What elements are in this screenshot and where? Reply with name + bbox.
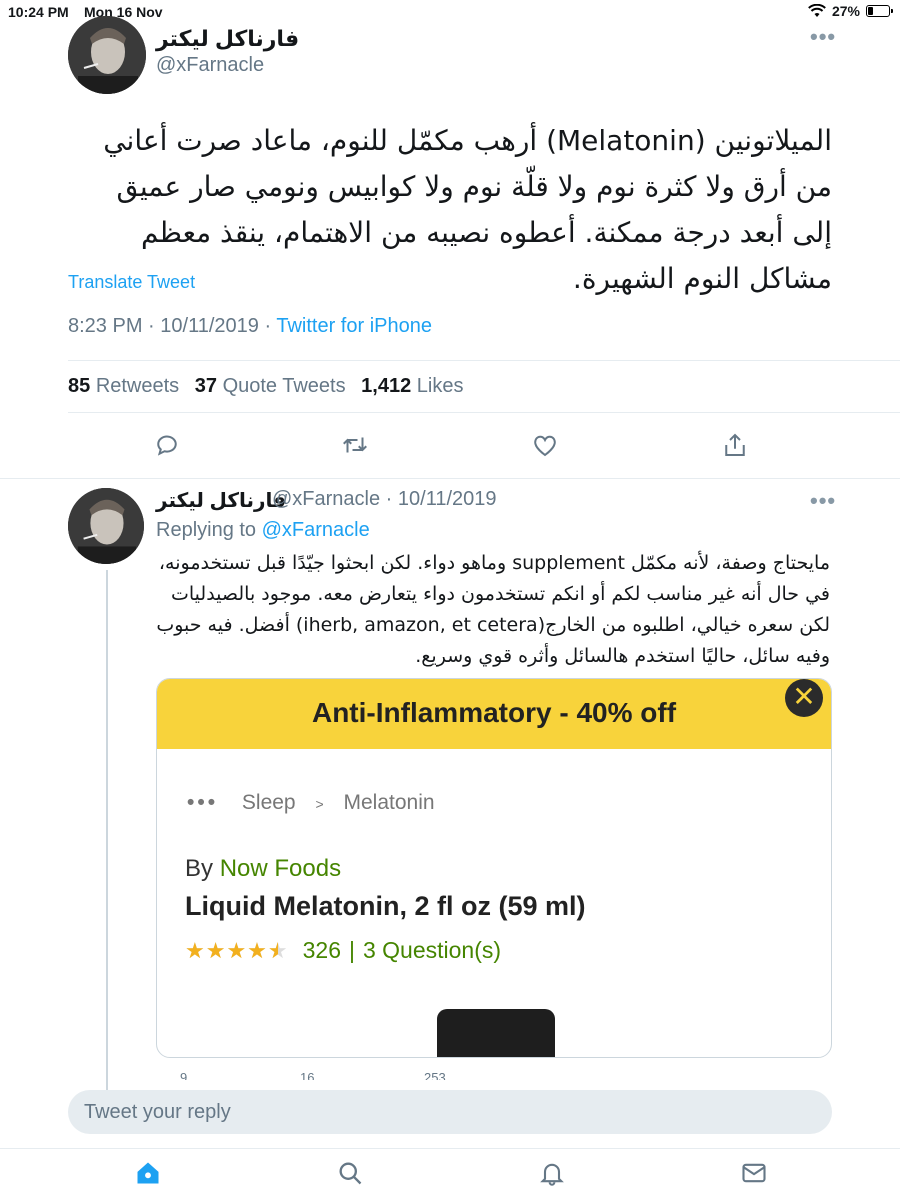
- reply-text: مايحتاج وصفة، لأنه مكمّل supplement وماه…: [156, 552, 830, 667]
- status-right: 27%: [808, 3, 893, 19]
- divider: [68, 412, 900, 413]
- replying-handle-link[interactable]: @xFarnacle: [262, 519, 370, 541]
- translate-tweet-link[interactable]: Translate Tweet: [68, 272, 195, 293]
- meta-separator: ·: [148, 315, 155, 337]
- reply-avatar[interactable]: [68, 488, 144, 564]
- reply-retweet-count[interactable]: 16: [300, 1070, 314, 1080]
- product-rating: ★★★★★ ★★★★★ 326 | 3 Question(s): [185, 937, 501, 964]
- home-icon[interactable]: [134, 1159, 162, 1187]
- product-title: Liquid Melatonin, 2 fl oz (59 ml): [185, 891, 586, 921]
- wifi-icon: [808, 4, 826, 17]
- reply-reply-count[interactable]: 9: [180, 1070, 187, 1080]
- more-options-icon[interactable]: •••: [810, 24, 836, 50]
- reply-more-options-icon[interactable]: •••: [810, 488, 836, 514]
- brand-link[interactable]: Now Foods: [220, 855, 341, 882]
- notifications-icon[interactable]: [538, 1159, 566, 1187]
- reply-handle-text: @xFarnacle: [272, 488, 381, 510]
- author-handle[interactable]: @xFarnacle: [156, 54, 264, 77]
- share-icon[interactable]: [720, 430, 750, 460]
- quote-count: 37: [194, 375, 217, 397]
- messages-icon[interactable]: [740, 1159, 768, 1187]
- author-name[interactable]: فارناكل ليكتر: [156, 26, 299, 52]
- promo-banner-text: Anti-Inflammatory - 40% off: [311, 697, 677, 728]
- divider: [0, 478, 900, 479]
- quote-tweets-stat[interactable]: 37 Quote Tweets: [195, 375, 346, 397]
- likes-stat[interactable]: 1,412 Likes: [361, 375, 463, 397]
- replying-to: Replying to @xFarnacle: [156, 519, 370, 542]
- retweet-icon[interactable]: [340, 430, 370, 460]
- avatar-image: [68, 488, 144, 564]
- tweet-date: 10/11/2019: [160, 315, 259, 337]
- reply-actions: 9 16 253: [0, 1068, 900, 1080]
- avatar[interactable]: [68, 16, 146, 94]
- reply-like-count[interactable]: 253: [424, 1070, 446, 1080]
- questions-link[interactable]: 3 Question(s): [363, 937, 501, 964]
- breadcrumb-more-icon[interactable]: •••: [187, 791, 218, 814]
- reply-date: 10/11/2019: [397, 488, 497, 510]
- status-bar: 10:24 PM Mon 16 Nov 27%: [0, 0, 900, 24]
- reply-author-name[interactable]: فارناكل ليكتر: [156, 488, 286, 513]
- tweet-meta: 8:23 PM · 10/11/2019 · Twitter for iPhon…: [68, 315, 432, 338]
- star-rating-icon: ★★★★★ ★★★★★: [185, 938, 289, 964]
- product-brand: By Now Foods: [185, 855, 341, 883]
- link-preview-card[interactable]: Anti-Inflammatory - 40% off ✕ ••• Sleep …: [156, 678, 832, 1058]
- review-count[interactable]: 326: [303, 937, 341, 964]
- thread-line: [106, 570, 108, 1090]
- close-icon[interactable]: ✕: [785, 679, 823, 717]
- tweet-stats: 85 Retweets 37 Quote Tweets 1,412 Likes: [68, 375, 474, 398]
- replying-prefix: Replying to: [156, 519, 257, 541]
- retweets-count: 85: [68, 375, 91, 397]
- divider: [68, 360, 900, 361]
- status-time: 10:24 PM: [8, 4, 69, 20]
- breadcrumb-sleep[interactable]: Sleep: [242, 791, 296, 814]
- battery-percent: 27%: [831, 3, 860, 19]
- by-prefix: By: [185, 855, 214, 882]
- reply-author-handle[interactable]: @xFarnacle · 10/11/2019: [272, 488, 497, 511]
- tweet-source-link[interactable]: Twitter for iPhone: [276, 315, 432, 337]
- battery-fill: [868, 7, 874, 15]
- stars-filled: ★★★★★: [185, 937, 278, 963]
- retweets-label: Retweets: [95, 375, 180, 397]
- search-icon[interactable]: [336, 1159, 364, 1187]
- breadcrumb-separator: >: [315, 796, 324, 812]
- meta-separator: ·: [264, 315, 272, 337]
- likes-count: 1,412: [361, 375, 412, 397]
- retweets-stat[interactable]: 85 Retweets: [68, 375, 179, 397]
- reply-icon[interactable]: [152, 430, 182, 460]
- breadcrumb: ••• Sleep > Melatonin: [187, 791, 435, 815]
- rating-separator: |: [349, 937, 355, 963]
- like-icon[interactable]: [530, 430, 560, 460]
- reply-input[interactable]: Tweet your reply: [68, 1090, 832, 1134]
- quote-label: Quote Tweets: [222, 375, 346, 397]
- tab-bar: [0, 1148, 900, 1200]
- likes-label: Likes: [416, 375, 464, 397]
- avatar-image: [68, 16, 146, 94]
- tweet-time: 8:23 PM: [68, 315, 143, 337]
- product-image: [437, 1009, 555, 1057]
- battery-icon: [866, 5, 893, 17]
- breadcrumb-melatonin[interactable]: Melatonin: [344, 791, 435, 814]
